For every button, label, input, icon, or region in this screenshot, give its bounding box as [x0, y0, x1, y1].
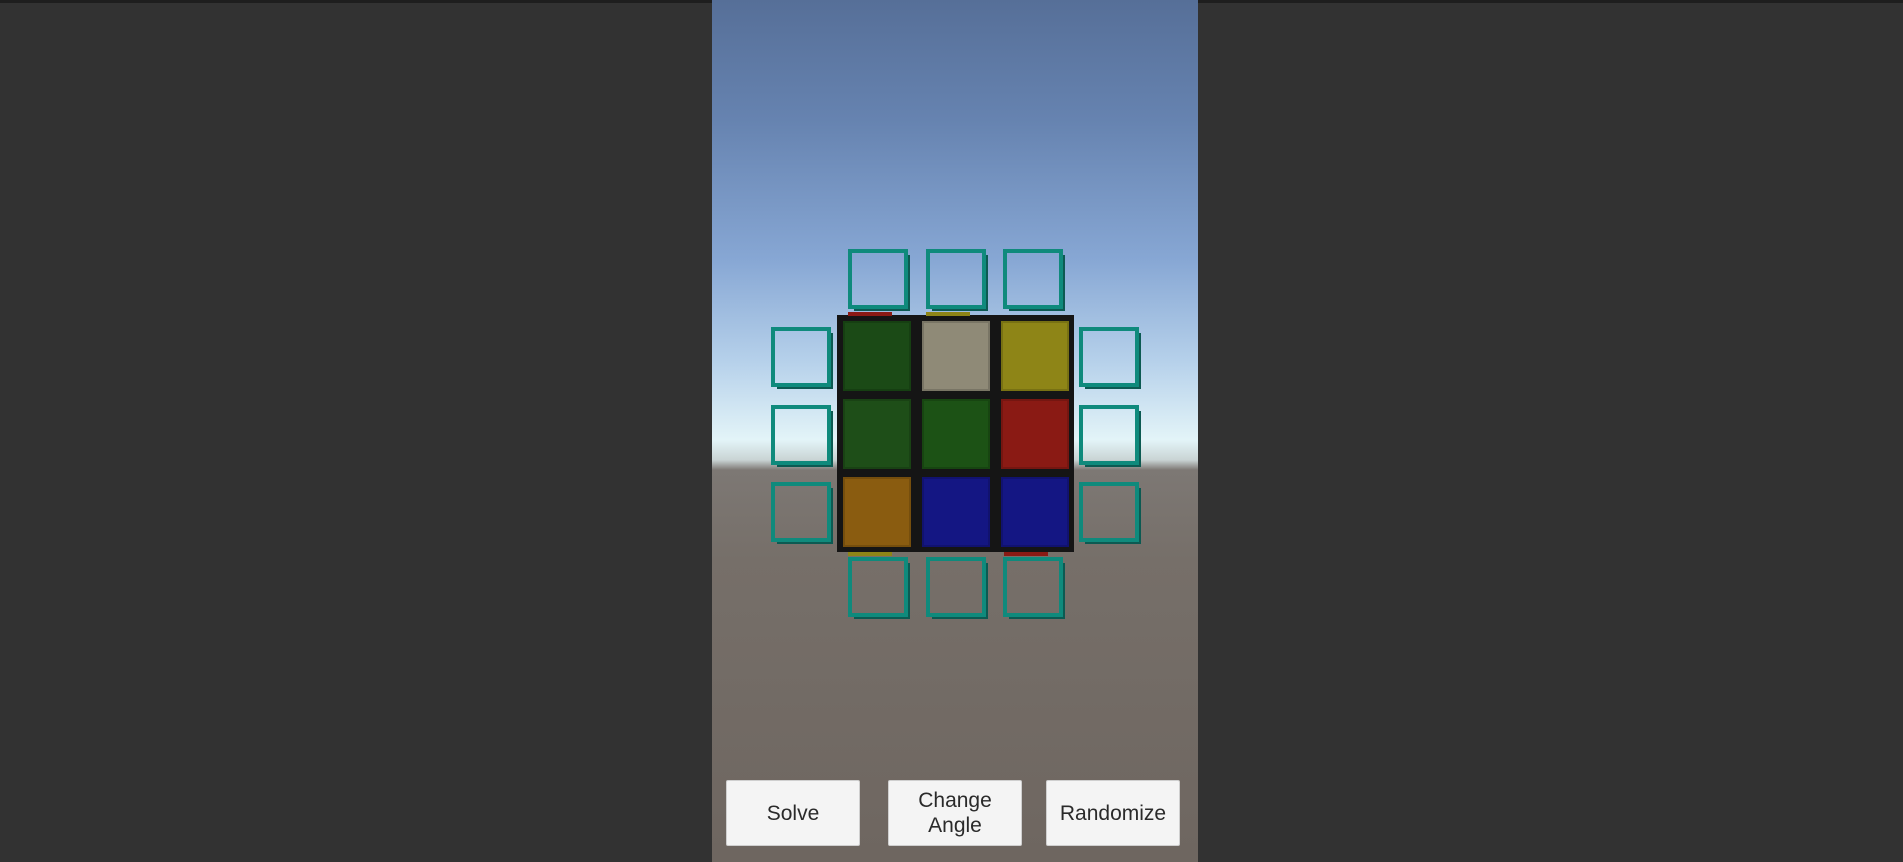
rotate-slot-bottom-1[interactable] [848, 557, 910, 619]
rotate-slot-left-2[interactable] [771, 405, 833, 467]
cube-edge-top-center [926, 312, 970, 316]
cube-sticker [922, 477, 990, 547]
change-angle-button[interactable]: Change Angle [888, 780, 1022, 846]
cube-sticker [922, 321, 990, 391]
cube-edge-bottom-left [848, 552, 892, 556]
rotate-slot-bottom-3[interactable] [1003, 557, 1065, 619]
cube-sticker [1001, 399, 1069, 469]
solve-button[interactable]: Solve [726, 780, 860, 846]
rotate-slot-right-3[interactable] [1079, 482, 1141, 544]
cube-sticker [843, 399, 911, 469]
rotate-slot-right-2[interactable] [1079, 405, 1141, 467]
cube-edge-bottom-right [1004, 552, 1048, 556]
cube-sticker [843, 477, 911, 547]
randomize-button[interactable]: Randomize [1046, 780, 1180, 846]
rotate-slot-top-3[interactable] [1003, 249, 1065, 311]
cube-sticker [1001, 477, 1069, 547]
game-viewport: Solve Change Angle Randomize [712, 0, 1198, 862]
cube-edge-top-left [848, 312, 892, 316]
rotate-slot-left-1[interactable] [771, 327, 833, 389]
rotate-slot-top-2[interactable] [926, 249, 988, 311]
cube-face [837, 315, 1074, 552]
cube-sticker [843, 321, 911, 391]
rotate-slot-top-1[interactable] [848, 249, 910, 311]
cube-sticker [1001, 321, 1069, 391]
rotate-slot-bottom-2[interactable] [926, 557, 988, 619]
rotate-slot-right-1[interactable] [1079, 327, 1141, 389]
cube-sticker [922, 399, 990, 469]
rotate-slot-left-3[interactable] [771, 482, 833, 544]
